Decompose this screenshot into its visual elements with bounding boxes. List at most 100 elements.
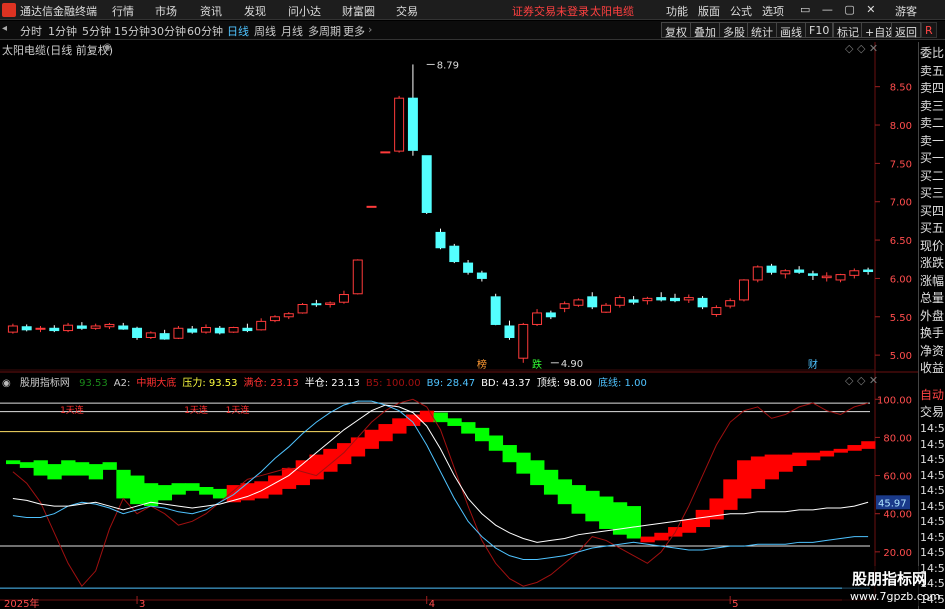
candle-body-down [587,296,598,308]
order-book-label: 总量 [920,291,945,305]
candle-body-up [325,302,336,306]
candle-body-up [642,297,653,302]
order-book-label: 涨跌 [920,256,945,270]
indicator-block [19,462,35,468]
candle-body-down [504,325,515,338]
candle-body-up [7,325,18,333]
indicator-tick-label: 40.00 [883,510,912,521]
candle-body-up [90,325,101,329]
candle-body-up [173,327,184,339]
order-book-label: 委比 [920,46,945,60]
candle-body-up [63,324,74,332]
candle-body-up [725,300,736,307]
candle-body-down [807,273,818,276]
price-annotation-label: 8.79 [437,60,459,71]
tick-time: 14:56 [920,437,945,451]
indicator-tick-label: 60.00 [883,472,912,483]
indicator-tick-label: 20.00 [883,548,912,559]
price-annotation-label: 4.90 [561,359,583,370]
indicator-block [47,464,62,480]
indicator-name[interactable]: 股朋指标网 [20,378,70,389]
candle-body-up [366,205,377,208]
candle-body-down [214,327,225,334]
indicator-block [461,422,476,434]
candle-body-up [35,327,46,330]
settings-circle-icon[interactable]: ◉ [103,42,112,53]
event-mark: 跌 [532,358,542,371]
indicator-value-2: 中期大底 [136,378,177,389]
order-book-label: 外盘 [920,308,945,323]
value-badge-label: 45.97 [878,498,907,509]
chart-control-icons[interactable]: ◇ ◇ ✕ [845,42,878,55]
candle-body-up [601,304,612,313]
signal-label: 1天连 [226,404,250,416]
indicator-red-block [750,456,766,489]
candle-body-down [449,245,460,263]
indicator-block [171,483,186,495]
indicator-block [392,418,407,434]
indicator-red-block [640,536,655,543]
candle-body-up [297,304,308,314]
order-book-label: 卖二 [920,116,945,130]
candle-body-up [104,323,115,328]
date-axis: 2025年 3 4 5 [4,596,739,609]
candle-body-up [145,332,156,338]
candle-body-up [559,303,570,309]
candle-body-down [628,299,639,303]
price-tick-label: 6.00 [890,274,912,285]
indicator-block [474,427,490,442]
indicator-red-block [861,441,876,449]
candle-body-down [863,269,874,273]
candle-body-down [21,326,32,331]
indicator-block [199,487,214,495]
indicator-block [74,462,90,476]
indicator-red-block [764,454,779,480]
tick-time: 14:56 [920,530,945,544]
price-tick-label: 7.50 [890,159,912,170]
indicator-block [543,469,559,495]
date-label: 2025年 [4,597,39,609]
indicator-block [626,506,642,539]
price-axis: 5.00 5.50 6.00 6.50 7.00 7.50 8.00 8.50 [875,83,912,362]
indicator-red-block [833,448,848,453]
indicator-block [226,485,241,503]
order-book-label: 卖四 [920,81,945,95]
candle-body-up [201,327,211,333]
signal-label: 1天连 [60,404,84,416]
indicator-red-block [792,452,807,467]
indicator-value-0: 93.53 [79,378,108,389]
indicator-block [433,412,448,423]
indicator-value-7: B9: 28.47 [426,378,476,389]
trade-label[interactable]: 交易 [920,403,945,420]
indicator-settings-icon[interactable]: ◉ [2,378,11,389]
watermark-url: www.7gpzb.com [850,590,941,603]
auto-label[interactable]: 自动 [920,386,944,403]
indicator-value-10: 底线: 1.00 [598,378,647,389]
order-book-label: 买五 [920,221,945,235]
candle-body-down [242,327,253,332]
order-book-label: 买四 [920,203,945,218]
indicator-block [364,429,379,449]
indicator-block [212,488,228,499]
candle-body-up [711,307,722,315]
chart-canvas[interactable]: 8.79 4.90 榜 跌 财 5.00 5.50 6.00 6.50 7.00 7.50 8.00… [0,0,945,609]
price-candles: 8.79 4.90 榜 跌 财 [7,60,874,371]
price-tick-label: 8.50 [890,83,912,94]
indicator-value-5: 半仓: 23.13 [304,378,360,389]
indicator-header: ◉ 股朋指标网 93.53 A2: 中期大底 压力: 93.53 满仓: 23.13 半仓… [2,374,659,389]
order-book-label: 换手 [920,326,945,340]
indicator-control-icons[interactable]: ◇ ◇ ✕ [845,374,878,387]
candle-body-up [614,297,625,306]
candle-body-down [76,325,87,329]
indicator-block [185,483,200,491]
indicator-red-block [819,450,835,457]
candle-body-down [656,297,667,301]
event-mark: 财 [808,358,818,371]
indicator-tick-label: 100.00 [877,395,912,406]
order-book-label: 现价 [920,238,945,253]
indicator-block [350,437,366,457]
tick-time: 14:56 [920,453,945,466]
candle-body-up [821,275,832,279]
watermark: 股朋指标网 www.7gpzb.com [842,566,940,606]
date-label: 3 [139,599,145,609]
